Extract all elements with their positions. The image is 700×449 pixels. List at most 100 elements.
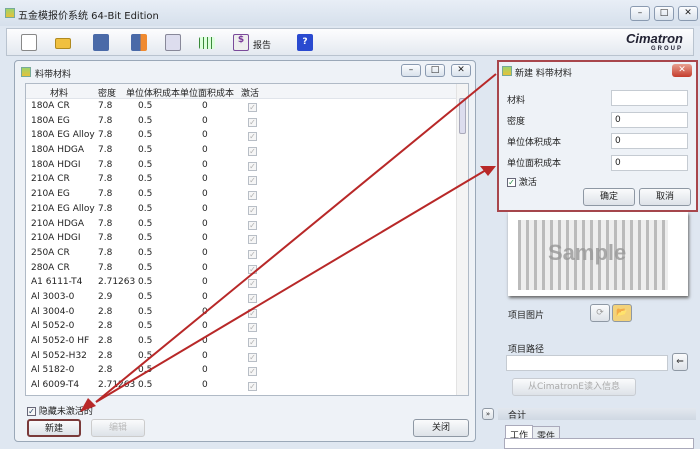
cell-density: 7.8: [98, 159, 113, 170]
table-row[interactable]: 180A EG Alloy 7.8 0.5 0 ✓: [26, 128, 468, 143]
ok-button[interactable]: 确定: [583, 188, 635, 206]
cell-area-cost: 0: [202, 365, 208, 376]
volume-cost-input[interactable]: 0: [611, 133, 688, 149]
cell-volume-cost: 0.5: [138, 365, 153, 376]
cell-density: 2.8: [98, 306, 113, 317]
col-area-cost[interactable]: 单位面积成本: [180, 86, 234, 99]
child-minimize-button[interactable]: –: [401, 64, 421, 77]
help-icon[interactable]: ?: [297, 34, 313, 51]
cell-density: 7.8: [98, 130, 113, 141]
cell-volume-cost: 0.5: [138, 145, 153, 156]
cell-volume-cost: 0.5: [138, 277, 153, 288]
cell-material: 210A HDGI: [31, 233, 81, 244]
cell-density: 7.8: [98, 101, 113, 111]
table-row[interactable]: Al 5052-0 HF 2.8 0.5 0 ✓: [26, 334, 468, 349]
table-row[interactable]: 210A EG 7.8 0.5 0 ✓: [26, 187, 468, 202]
cell-density: 7.8: [98, 233, 113, 244]
cell-material: Al 5052-H32: [31, 350, 87, 361]
cell-volume-cost: 0.5: [138, 130, 153, 141]
col-volume-cost[interactable]: 单位体积成本: [126, 86, 180, 99]
cell-volume-cost: 0.5: [138, 174, 153, 185]
cell-area-cost: 0: [202, 145, 208, 156]
table-row[interactable]: 210A HDGA 7.8 0.5 0 ✓: [26, 217, 468, 232]
report-label[interactable]: 报告: [253, 38, 271, 51]
cell-volume-cost: 0.5: [138, 218, 153, 229]
open-image-button[interactable]: 📂: [612, 304, 632, 322]
project-path-input[interactable]: [506, 355, 668, 371]
new-button[interactable]: 新建: [27, 419, 81, 437]
close-window-button[interactable]: 关闭: [413, 419, 469, 437]
app-icon: [5, 8, 15, 18]
close-button[interactable]: ✕: [678, 6, 698, 21]
cell-volume-cost: 0.5: [138, 189, 153, 200]
cell-material: 180A CR: [31, 101, 70, 111]
table-row[interactable]: 180A CR 7.8 0.5 0 ✓: [26, 99, 468, 114]
cell-material: 210A EG: [31, 189, 70, 200]
cell-volume-cost: 0.5: [138, 291, 153, 302]
active-label: 激活: [518, 178, 537, 188]
cell-material: Al 5052-0: [31, 321, 75, 332]
import-cimatron-button[interactable]: 从CimatronE读入信息: [512, 378, 636, 396]
cell-material: Al 3004-0: [31, 306, 75, 317]
cell-volume-cost: 0.5: [138, 247, 153, 258]
settings-doc-icon[interactable]: [165, 34, 181, 51]
hide-inactive-checkbox[interactable]: ✓ 隐藏未激活的: [27, 404, 93, 417]
table-row[interactable]: Al 3004-0 2.8 0.5 0 ✓: [26, 305, 468, 320]
cell-material: Al 5182-0: [31, 365, 75, 376]
table-row[interactable]: Al 5052-H32 2.8 0.5 0 ✓: [26, 349, 468, 364]
table-row[interactable]: 250A CR 7.8 0.5 0 ✓: [26, 246, 468, 261]
cell-material: 280A CR: [31, 262, 70, 273]
toolbar: $ 报告 ? Cimatron GROUP: [6, 28, 694, 56]
child-close-button[interactable]: ✕: [451, 64, 471, 77]
table-icon[interactable]: [199, 37, 215, 49]
density-input[interactable]: 0: [611, 112, 688, 128]
cell-material: 250A CR: [31, 247, 70, 258]
child-maximize-button[interactable]: □: [425, 64, 445, 77]
save-as-icon[interactable]: [131, 34, 147, 51]
table-header: 材料 密度 单位体积成本 单位面积成本 激活: [26, 84, 468, 99]
open-folder-icon[interactable]: [55, 38, 71, 49]
capture-image-button[interactable]: ⟳: [590, 304, 610, 322]
table-row[interactable]: Al 5182-0 2.8 0.5 0 ✓: [26, 363, 468, 378]
dialog-close-button[interactable]: ✕: [672, 64, 692, 77]
cimatron-logo: Cimatron GROUP: [625, 31, 683, 52]
cell-material: 180A HDGA: [31, 145, 85, 156]
cell-material: 210A CR: [31, 174, 70, 185]
expand-button[interactable]: »: [482, 408, 494, 420]
col-material[interactable]: 材料: [50, 86, 68, 99]
cancel-button[interactable]: 取消: [639, 188, 691, 206]
cell-density: 7.8: [98, 189, 113, 200]
table-row[interactable]: 210A CR 7.8 0.5 0 ✓: [26, 172, 468, 187]
cell-area-cost: 0: [202, 321, 208, 332]
cell-area-cost: 0: [202, 203, 208, 214]
table-row[interactable]: 280A CR 7.8 0.5 0 ✓: [26, 261, 468, 276]
col-density[interactable]: 密度: [98, 86, 116, 99]
area-cost-input[interactable]: 0: [611, 155, 688, 171]
cell-volume-cost: 0.5: [138, 380, 153, 391]
table-row[interactable]: Al 6009-T4 2.71263 0.5 0 ✓: [26, 378, 468, 393]
save-icon[interactable]: [93, 34, 109, 51]
table-row[interactable]: 180A EG 7.8 0.5 0 ✓: [26, 114, 468, 129]
table-row[interactable]: Al 3003-0 2.9 0.5 0 ✓: [26, 290, 468, 305]
cell-area-cost: 0: [202, 101, 208, 111]
report-icon[interactable]: $: [233, 34, 249, 51]
table-row[interactable]: 210A EG Alloy 7.8 0.5 0 ✓: [26, 202, 468, 217]
table-row[interactable]: A1 6111-T4 2.71263 0.5 0 ✓: [26, 275, 468, 290]
edit-button[interactable]: 编辑: [91, 419, 145, 437]
table-row[interactable]: Al 5052-0 2.8 0.5 0 ✓: [26, 319, 468, 334]
col-active[interactable]: 激活: [241, 86, 259, 99]
table-row[interactable]: 180A HDGA 7.8 0.5 0 ✓: [26, 143, 468, 158]
new-file-icon[interactable]: [21, 34, 37, 51]
table-row[interactable]: 180A HDGI 7.8 0.5 0 ✓: [26, 158, 468, 173]
cell-density: 2.71263: [98, 277, 136, 288]
table-row[interactable]: 210A HDGI 7.8 0.5 0 ✓: [26, 231, 468, 246]
active-checkbox[interactable]: ✓ 激活: [507, 175, 537, 188]
minimize-button[interactable]: –: [630, 6, 650, 21]
maximize-button[interactable]: □: [654, 6, 674, 21]
vertical-scrollbar[interactable]: [456, 84, 468, 395]
scroll-thumb[interactable]: [459, 98, 466, 134]
cell-material: 180A HDGI: [31, 159, 81, 170]
browse-path-button[interactable]: ⇐: [672, 353, 688, 371]
material-input[interactable]: [611, 90, 688, 106]
cell-material: 180A EG: [31, 115, 70, 126]
